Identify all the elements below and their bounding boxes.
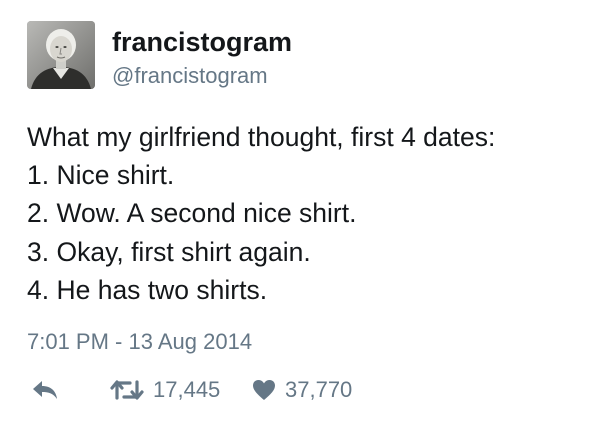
- reply-arrow-icon: [33, 381, 57, 399]
- tweet-text-line: 1. Nice shirt.: [27, 160, 175, 191]
- retweet-button[interactable]: 17,445: [110, 373, 220, 407]
- display-name[interactable]: francistogram: [112, 26, 292, 58]
- tweet-text-line: 3. Okay, first shirt again.: [27, 236, 311, 267]
- like-count: 37,770: [285, 377, 353, 402]
- tweet-text-line: 4. He has two shirts.: [27, 274, 268, 305]
- tweet-timestamp[interactable]: 7:01 PM - 13 Aug 2014: [27, 328, 252, 356]
- tweet-text-line: What my girlfriend thought, first 4 date…: [27, 122, 496, 152]
- retweet-icon: [110, 380, 144, 400]
- user-handle[interactable]: @francistogram: [112, 62, 268, 90]
- reply-button[interactable]: [32, 373, 58, 407]
- heart-icon: [253, 380, 275, 400]
- like-button[interactable]: 37,770: [252, 373, 352, 407]
- retweet-count: 17,445: [153, 377, 221, 402]
- avatar[interactable]: [27, 21, 95, 89]
- tweet-card: francistogram @francistogram What my gir…: [0, 0, 600, 423]
- tweet-text: What my girlfriend thought, first 4 date…: [27, 118, 587, 309]
- avatar-portrait-image: [27, 21, 95, 89]
- tweet-text-line: 2. Wow. A second nice shirt.: [27, 198, 357, 229]
- tweet-actions: 17,445 37,770: [27, 373, 587, 407]
